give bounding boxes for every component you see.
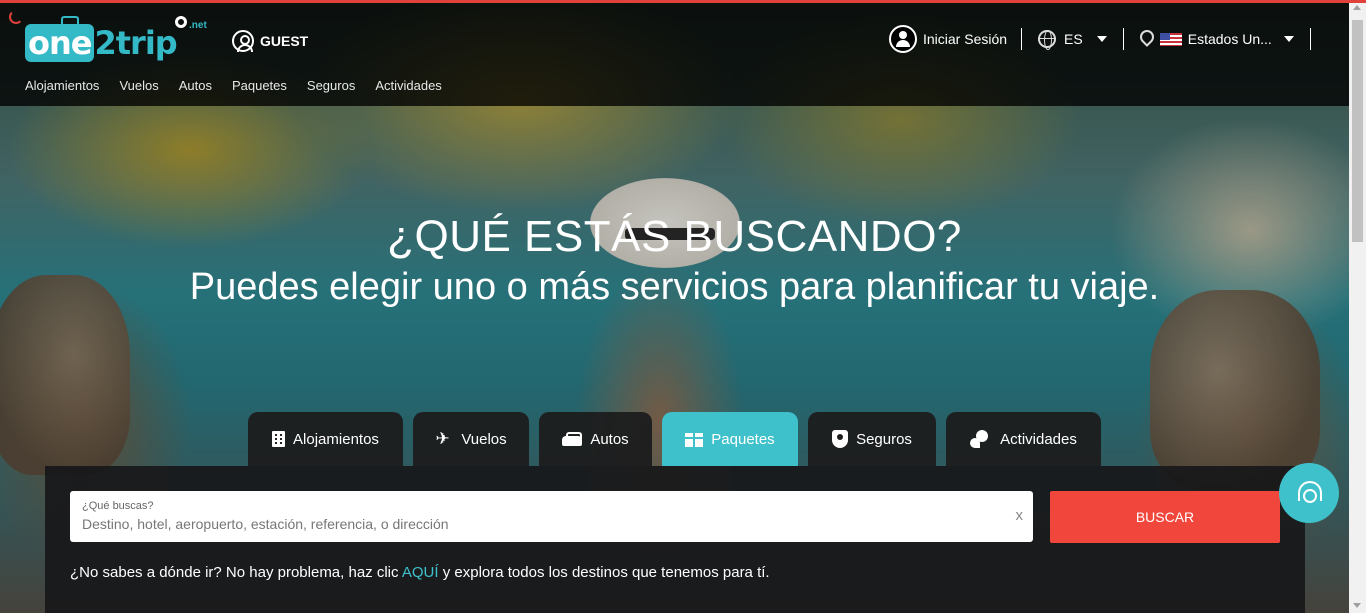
language-value: ES [1064, 31, 1083, 47]
tab-paquetes[interactable]: Paquetes [662, 412, 798, 466]
shield-icon [832, 430, 849, 448]
main-nav: Alojamientos Vuelos Autos Paquetes Segur… [25, 78, 442, 93]
country-value: Estados Un... [1187, 31, 1272, 47]
support-chat-button[interactable] [1279, 463, 1339, 523]
hero-subtitle: Puedes elegir uno o más servicios para p… [189, 266, 1160, 308]
avatar-icon [889, 25, 917, 53]
logo-text: one2trip [25, 24, 178, 62]
tab-label: Seguros [856, 430, 912, 448]
tab-vuelos[interactable]: ✈ Vuelos [413, 412, 529, 466]
nav-paquetes[interactable]: Paquetes [232, 78, 287, 93]
chevron-down-icon [1283, 36, 1294, 42]
tab-alojamientos[interactable]: Alojamientos [248, 412, 403, 466]
activities-icon [970, 430, 992, 448]
us-flag-icon [1159, 32, 1182, 46]
search-label: ¿Qué buscas? [82, 500, 154, 512]
explore-link[interactable]: AQUÍ [402, 564, 439, 581]
building-icon [272, 431, 286, 447]
logo-suffix: .net [189, 20, 207, 31]
explore-hint: ¿No sabes a dónde ir? No hay problema, h… [70, 564, 770, 581]
globe-icon [1038, 30, 1057, 50]
divider [1309, 28, 1311, 50]
nav-alojamientos[interactable]: Alojamientos [25, 78, 99, 93]
search-button[interactable]: BUSCAR [1050, 491, 1280, 543]
guest-label: GUEST [260, 33, 309, 49]
login-button[interactable]: Iniciar Sesión [889, 25, 1021, 53]
chevron-down-icon [1096, 36, 1107, 42]
site-logo[interactable]: .net one2trip [25, 14, 215, 66]
search-field[interactable]: ¿Qué buscas? x [70, 491, 1033, 542]
nav-actividades[interactable]: Actividades [375, 78, 441, 93]
country-selector[interactable]: Estados Un... [1124, 30, 1310, 48]
page-scrollbar[interactable] [1349, 0, 1366, 613]
header-actions: Iniciar Sesión ES Estados Un... [889, 24, 1311, 54]
search-panel: ¿Qué buscas? x BUSCAR ¿No sabes a dónde … [45, 466, 1305, 613]
service-tabs: Alojamientos ✈ Vuelos Autos Paquetes Seg… [248, 412, 1111, 466]
tab-label: Alojamientos [293, 430, 379, 448]
hero-title: ¿QUÉ ESTÁS BUSCANDO? [387, 212, 962, 261]
guest-account[interactable]: GUEST [232, 30, 308, 52]
scrollbar-thumb[interactable] [1352, 20, 1363, 242]
page-top-accent-line [0, 0, 1366, 3]
user-icon [232, 30, 254, 52]
nav-seguros[interactable]: Seguros [307, 78, 355, 93]
plane-icon: ✈ [435, 429, 450, 448]
scroll-up-icon[interactable] [1353, 5, 1361, 10]
location-pin-icon [1140, 30, 1154, 48]
language-selector[interactable]: ES [1022, 30, 1123, 50]
tab-label: Vuelos [461, 430, 507, 448]
car-icon [562, 432, 583, 446]
nav-autos[interactable]: Autos [179, 78, 212, 93]
tab-label: Actividades [1000, 430, 1077, 448]
site-header: .net one2trip GUEST Alojamientos Vuelos … [0, 0, 1349, 106]
tab-label: Autos [590, 430, 629, 448]
loading-spinner-icon [9, 10, 23, 24]
tab-label: Paquetes [711, 430, 775, 448]
tab-seguros[interactable]: Seguros [808, 412, 936, 466]
scroll-down-icon[interactable] [1353, 603, 1361, 608]
search-input[interactable] [82, 516, 982, 532]
tab-autos[interactable]: Autos [539, 412, 652, 466]
nav-vuelos[interactable]: Vuelos [119, 78, 158, 93]
clear-search-button[interactable]: x [1016, 507, 1024, 524]
login-label: Iniciar Sesión [923, 31, 1008, 47]
tab-actividades[interactable]: Actividades [946, 412, 1101, 466]
gift-icon [685, 433, 704, 447]
